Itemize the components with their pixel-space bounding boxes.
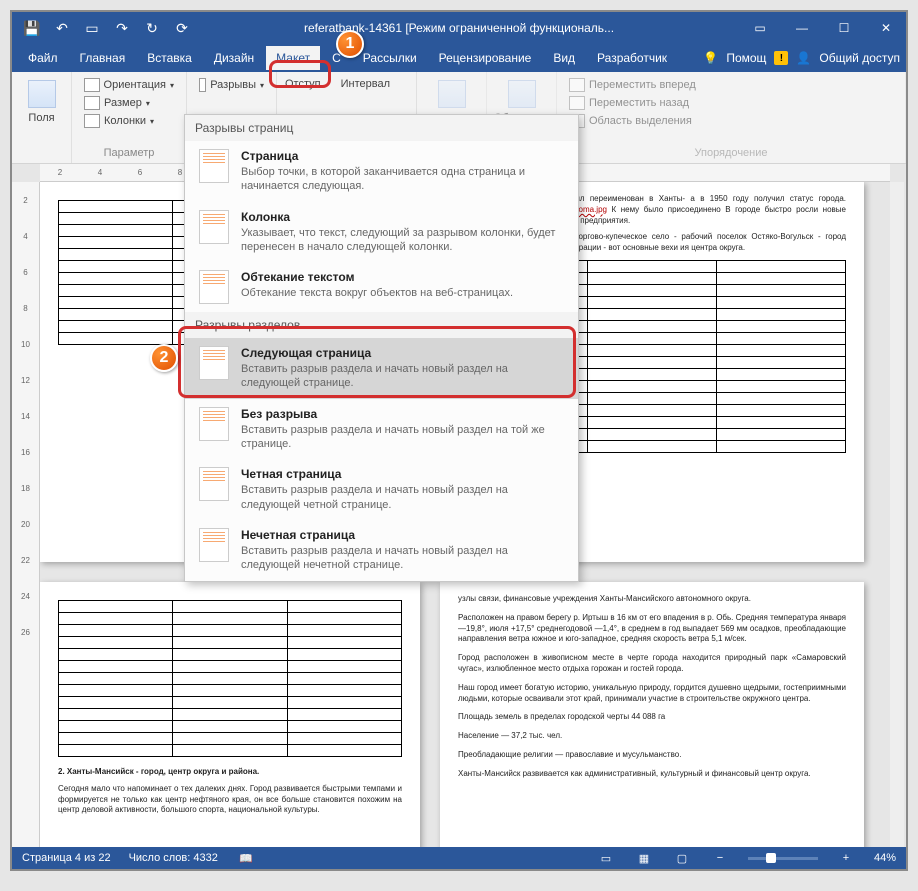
page-3[interactable]: 2. Ханты-Мансийск - город, центр округа …	[40, 582, 420, 847]
breaks-button[interactable]: Разрывы▾	[195, 76, 268, 94]
zoom-in-button[interactable]: +	[836, 852, 856, 864]
group-page-setup: Параметр	[80, 145, 178, 159]
save-icon[interactable]: 💾	[22, 18, 42, 38]
tab-view[interactable]: Вид	[543, 46, 585, 70]
margins-icon	[28, 80, 56, 108]
annotation-badge-1: 1	[336, 30, 364, 58]
even-page-icon	[199, 467, 229, 501]
selection-pane-button: Область выделения	[565, 112, 897, 130]
margins-button[interactable]: Поля	[20, 76, 63, 128]
dropdown-section-header: Разрывы страниц	[185, 115, 578, 141]
bring-forward-button: Переместить вперед	[565, 76, 897, 94]
warning-icon[interactable]: !	[774, 51, 788, 65]
orientation-icon	[84, 78, 100, 92]
size-button[interactable]: Размер▾	[80, 94, 178, 112]
page-indicator[interactable]: Страница 4 из 22	[22, 852, 111, 864]
column-break-icon	[199, 210, 229, 244]
menu-item-even-page[interactable]: Четная страницаВставить разрыв раздела и…	[185, 459, 578, 520]
page-4[interactable]: узлы связи, финансовые учреждения Ханты-…	[440, 582, 864, 847]
zoom-slider[interactable]	[748, 857, 818, 860]
menu-item-page-break[interactable]: СтраницаВыбор точки, в которой заканчива…	[185, 141, 578, 202]
spellcheck-icon[interactable]: 📖	[236, 852, 256, 865]
read-mode-icon[interactable]: ▭	[596, 852, 616, 865]
share-button[interactable]: Общий доступ	[819, 51, 900, 65]
send-backward-button: Переместить назад	[565, 94, 897, 112]
orientation-button[interactable]: Ориентация▾	[80, 76, 178, 94]
backward-icon	[569, 96, 585, 110]
menu-item-next-page[interactable]: Следующая страницаВставить разрыв раздел…	[185, 338, 578, 399]
tab-mailings[interactable]: Рассылки	[353, 46, 427, 70]
menu-item-odd-page[interactable]: Нечетная страницаВставить разрыв раздела…	[185, 520, 578, 581]
tab-file[interactable]: Файл	[18, 46, 68, 70]
forward-icon	[569, 78, 585, 92]
zoom-out-button[interactable]: −	[710, 852, 730, 864]
minimize-button[interactable]: —	[782, 12, 822, 44]
help-icon[interactable]: 💡	[703, 51, 718, 65]
group-arrange: Упорядочение	[565, 145, 897, 159]
ribbon-options-icon[interactable]: ▭	[740, 12, 780, 44]
breaks-icon	[199, 78, 206, 92]
tab-review[interactable]: Рецензирование	[429, 46, 542, 70]
menu-item-text-wrap-break[interactable]: Обтекание текстомОбтекание текста вокруг…	[185, 262, 578, 312]
repeat-icon[interactable]: ↻	[142, 18, 162, 38]
odd-page-icon	[199, 528, 229, 562]
close-button[interactable]: ✕	[866, 12, 906, 44]
help-label[interactable]: Помощ	[726, 51, 766, 65]
continuous-icon	[199, 407, 229, 441]
wrap-icon	[508, 80, 536, 108]
page-break-icon	[199, 149, 229, 183]
web-layout-icon[interactable]: ▢	[672, 852, 692, 865]
zoom-level[interactable]: 44%	[874, 852, 896, 864]
tab-layout[interactable]: Макет	[266, 46, 320, 70]
ribbon-tabs: Файл Главная Вставка Дизайн Макет С Расс…	[12, 44, 906, 72]
menu-item-column-break[interactable]: КолонкаУказывает, что текст, следующий з…	[185, 202, 578, 263]
spacing-label: Интервал	[341, 78, 390, 90]
annotation-badge-2: 2	[150, 344, 178, 372]
tab-home[interactable]: Главная	[70, 46, 136, 70]
tab-design[interactable]: Дизайн	[204, 46, 264, 70]
next-page-icon	[199, 346, 229, 380]
quick-access-toolbar: 💾 ↶ ▭ ↷ ↻ ⟳	[12, 18, 202, 38]
maximize-button[interactable]: ☐	[824, 12, 864, 44]
breaks-dropdown: Разрывы страниц СтраницаВыбор точки, в к…	[184, 114, 579, 582]
undo-icon[interactable]: ↶	[52, 18, 72, 38]
ruler-vertical[interactable]: 2468101214161820222426	[12, 182, 40, 847]
status-bar: Страница 4 из 22 Число слов: 4332 📖 ▭ ▦ …	[12, 847, 906, 869]
title-bar: 💾 ↶ ▭ ↷ ↻ ⟳ referatbank-14361 [Режим огр…	[12, 12, 906, 44]
tab-insert[interactable]: Вставка	[137, 46, 202, 70]
touch-icon[interactable]: ▭	[82, 18, 102, 38]
user-icon[interactable]: 👤	[796, 51, 811, 65]
print-layout-icon[interactable]: ▦	[634, 852, 654, 865]
sync-icon[interactable]: ⟳	[172, 18, 192, 38]
word-count[interactable]: Число слов: 4332	[129, 852, 218, 864]
text-wrap-icon	[199, 270, 229, 304]
menu-item-continuous[interactable]: Без разрываВставить разрыв раздела и нач…	[185, 399, 578, 460]
dropdown-section-header: Разрывы разделов	[185, 312, 578, 338]
position-icon	[438, 80, 466, 108]
indent-label: Отступ	[285, 78, 321, 90]
columns-button[interactable]: Колонки▾	[80, 112, 178, 130]
columns-icon	[84, 114, 100, 128]
redo-icon[interactable]: ↷	[112, 18, 132, 38]
table[interactable]	[58, 600, 402, 757]
vertical-scrollbar[interactable]	[890, 182, 904, 847]
size-icon	[84, 96, 100, 110]
tab-developer[interactable]: Разработчик	[587, 46, 677, 70]
